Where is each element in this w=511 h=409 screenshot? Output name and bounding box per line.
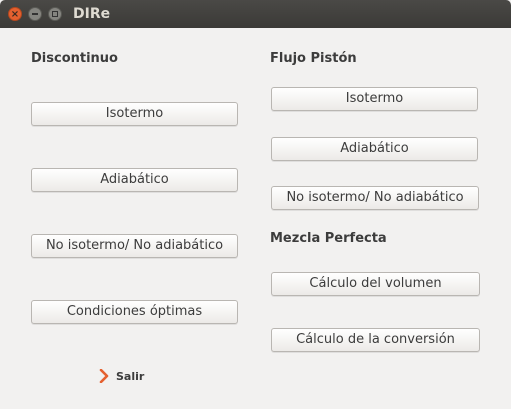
discontinuo-no-isotermo-button[interactable]: No isotermo/ No adiabático <box>31 234 238 258</box>
exit-button[interactable]: Salir <box>99 368 144 384</box>
close-icon[interactable]: × <box>8 7 22 21</box>
calculo-conversion-button[interactable]: Cálculo de la conversión <box>271 328 480 352</box>
discontinuo-adiabatico-button[interactable]: Adiabático <box>31 168 238 192</box>
chevron-right-icon <box>99 369 109 383</box>
maximize-icon[interactable] <box>48 7 62 21</box>
flujo-piston-heading: Flujo Pistón <box>270 51 357 66</box>
condiciones-optimas-button[interactable]: Condiciones óptimas <box>31 300 238 324</box>
flujo-isotermo-button[interactable]: Isotermo <box>271 87 478 111</box>
minimize-icon[interactable] <box>28 7 42 21</box>
window-title: DIRe <box>73 6 111 22</box>
discontinuo-isotermo-button[interactable]: Isotermo <box>31 102 238 126</box>
exit-label: Salir <box>116 369 145 383</box>
title-bar[interactable]: × DIRe <box>0 0 511 28</box>
flujo-adiabatico-button[interactable]: Adiabático <box>271 137 478 161</box>
mezcla-perfecta-heading: Mezcla Perfecta <box>270 231 387 246</box>
calculo-volumen-button[interactable]: Cálculo del volumen <box>271 272 480 296</box>
discontinuo-heading: Discontinuo <box>31 51 118 66</box>
flujo-no-isotermo-button[interactable]: No isotermo/ No adiabático <box>271 186 479 210</box>
